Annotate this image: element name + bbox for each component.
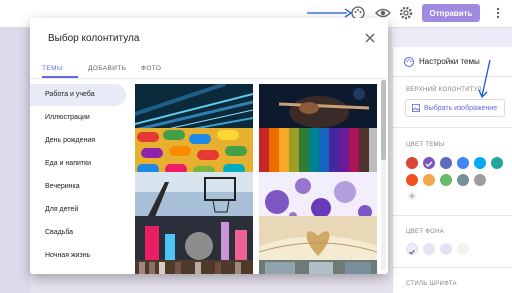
bg-color-swatch[interactable]	[457, 243, 469, 255]
theme-thumbnail-blue-light-streaks[interactable]	[135, 84, 253, 134]
check-icon	[425, 161, 433, 167]
category-party[interactable]: Вечеринка	[30, 176, 126, 198]
category-work-study[interactable]: Работа и учеба	[30, 84, 126, 106]
theme-color-swatch[interactable]	[406, 174, 418, 186]
tab-upload[interactable]: ДОБАВИТЬ	[88, 64, 126, 82]
bg-color-swatch[interactable]	[440, 243, 452, 255]
bg-color-swatch[interactable]	[423, 243, 435, 255]
category-nightlife[interactable]: Ночная жизнь	[30, 245, 126, 267]
category-birthday[interactable]: День рождения	[30, 130, 126, 152]
theme-panel-header: Настройки темы	[393, 47, 512, 77]
theme-color-section-label: ЦВЕТ ТЕМЫ	[406, 142, 445, 148]
theme-color-swatch[interactable]	[457, 174, 469, 186]
theme-panel-title: Настройки темы	[419, 57, 480, 66]
divider	[393, 127, 512, 128]
theme-color-swatch[interactable]	[406, 157, 418, 169]
theme-color-swatch[interactable]	[474, 157, 486, 169]
theme-color-swatch[interactable]	[457, 157, 469, 169]
font-section-label: СТИЛЬ ШРИФТА	[406, 281, 457, 287]
more-vert-icon[interactable]	[490, 5, 506, 21]
check-icon	[409, 249, 415, 255]
bg-color-swatch-selected[interactable]	[406, 243, 418, 255]
annotation-arrow-icon	[478, 59, 491, 99]
tab-photos[interactable]: ФОТО	[141, 64, 161, 82]
theme-color-swatch[interactable]	[440, 157, 452, 169]
close-icon[interactable]	[364, 32, 376, 44]
divider	[393, 267, 512, 268]
theme-color-swatch[interactable]	[423, 174, 435, 186]
theme-color-swatch[interactable]	[440, 174, 452, 186]
theme-thumbnail-basketball-hoop[interactable]	[135, 172, 253, 222]
theme-thumbnail-wall-drawings[interactable]	[259, 260, 377, 274]
theme-thumbnail-colorful-pills[interactable]	[135, 128, 253, 178]
choose-image-label: Выбрать изображение	[424, 104, 498, 112]
choose-image-button[interactable]: Выбрать изображение	[405, 99, 505, 117]
bg-color-section-label: ЦВЕТ ФОНА	[406, 229, 445, 235]
header-picker-dialog: Выбор колонтитула ТЕМЫ ДОБАВИТЬ ФОТО Раб…	[30, 18, 388, 274]
theme-thumbnail-open-book-heart[interactable]	[259, 216, 377, 266]
category-food-drinks[interactable]: Еда и напитки	[30, 153, 126, 175]
theme-thumbnail-science-lab[interactable]	[135, 216, 253, 266]
tab-themes[interactable]: ТЕМЫ	[42, 64, 63, 82]
divider	[393, 215, 512, 216]
theme-thumbnail-library-shelves[interactable]	[135, 260, 253, 274]
tab-divider	[30, 78, 388, 79]
palette-icon	[403, 56, 415, 68]
image-icon	[412, 104, 420, 112]
header-section-label: ВЕРХНИЙ КОЛОНТИТУЛ	[406, 87, 482, 93]
annotation-arrow-icon	[307, 8, 353, 18]
theme-thumbnail-colored-pencils[interactable]	[259, 128, 377, 178]
theme-thumbnail-purple-spheres[interactable]	[259, 172, 377, 222]
category-illustrations[interactable]: Иллюстрации	[30, 107, 126, 129]
theme-color-swatch-selected[interactable]	[423, 157, 435, 169]
theme-color-swatch[interactable]	[491, 157, 503, 169]
dialog-scrollbar-thumb[interactable]	[381, 80, 386, 160]
category-kids[interactable]: Для детей	[30, 199, 126, 221]
gear-icon[interactable]	[398, 5, 414, 21]
theme-color-swatch[interactable]	[474, 174, 486, 186]
theme-settings-panel: Настройки темы ВЕРХНИЙ КОЛОНТИТУЛ Выбрат…	[392, 47, 512, 293]
add-color-icon[interactable]	[407, 191, 417, 201]
dialog-title: Выбор колонтитула	[48, 33, 140, 44]
send-button[interactable]: Отправить	[422, 4, 480, 22]
theme-thumbnail-guitar-player[interactable]	[259, 84, 377, 134]
category-wedding[interactable]: Свадьба	[30, 222, 126, 244]
